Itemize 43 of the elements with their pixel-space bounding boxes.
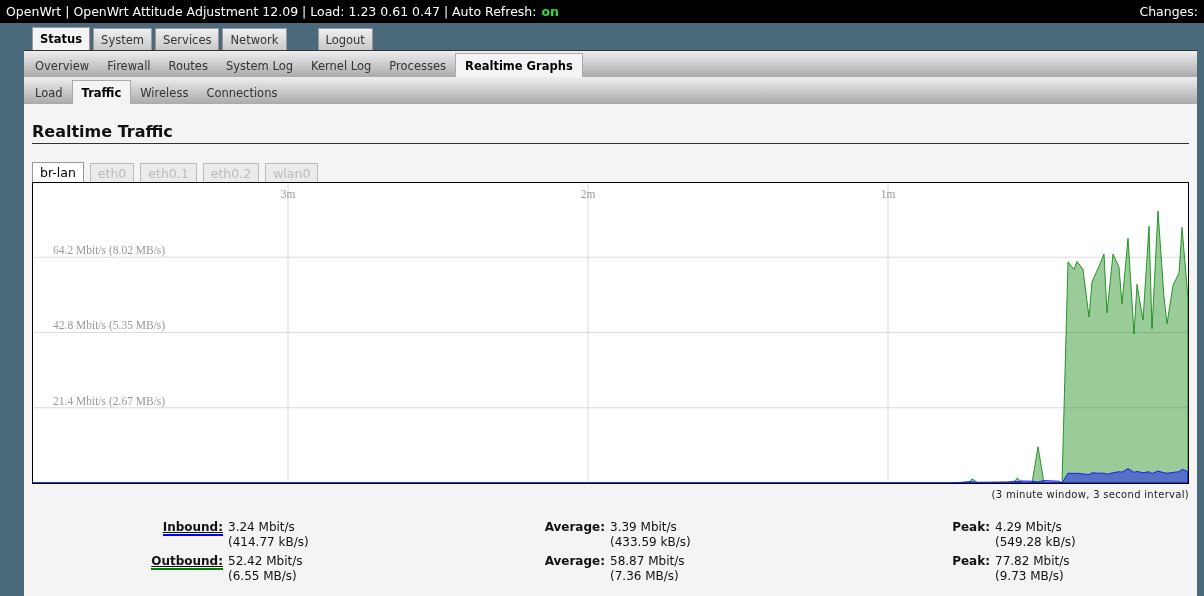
menu-tab[interactable]: Network xyxy=(222,28,287,50)
legend-label: Outbound: xyxy=(151,554,223,570)
x-axis-label: 1m xyxy=(880,188,896,200)
interval-note: (3 minute window, 3 second interval) xyxy=(991,489,1189,500)
graph-tab[interactable]: Load xyxy=(26,81,72,104)
graph-tab[interactable]: Wireless xyxy=(131,81,198,104)
byte-rate-label: (2.67 MB/s) xyxy=(108,394,166,407)
submenu-tab[interactable]: Kernel Log xyxy=(302,54,381,77)
average-label: Average: xyxy=(544,554,605,568)
menu-tab[interactable]: System xyxy=(93,28,152,50)
legend-label: Inbound: xyxy=(162,520,223,536)
status-text: OpenWrt | OpenWrt Attitude Adjustment 12.09 | Load: 1.23 0.61 0.47 | Auto Refresh: xyxy=(6,4,537,19)
auto-refresh-toggle[interactable]: on xyxy=(541,4,559,19)
submenu-tab[interactable]: Processes xyxy=(380,54,456,77)
y-axis-label: 42.8 Mbit/s xyxy=(53,319,107,332)
page-title: Realtime Traffic xyxy=(32,122,1189,144)
submenu-tab[interactable]: Routes xyxy=(159,54,217,77)
x-axis-label: 3m xyxy=(280,188,296,200)
peak-label: Peak: xyxy=(952,554,990,568)
current-rate: 3.24 Mbit/s (414.77 kB/s) xyxy=(228,520,310,550)
y-axis-label: 21.4 Mbit/s xyxy=(53,394,107,407)
submenu-tab[interactable]: Realtime Graphs xyxy=(455,53,583,77)
average-rate: 3.39 Mbit/s (433.59 kB/s) xyxy=(610,520,692,550)
graph-tab[interactable]: Connections xyxy=(197,81,287,104)
average-rate: 58.87 Mbit/s (7.36 MB/s) xyxy=(610,554,686,584)
menu-tab[interactable]: Services xyxy=(154,28,220,50)
peak-rate: 77.82 Mbit/s (9.73 MB/s) xyxy=(995,554,1071,584)
menu-tab[interactable]: Status xyxy=(32,27,91,50)
x-axis-label: 2m xyxy=(580,188,596,200)
submenu-tab[interactable]: Overview xyxy=(26,54,99,77)
submenu-tab[interactable]: System Log xyxy=(216,54,302,77)
peak-label: Peak: xyxy=(952,520,990,534)
changes-link[interactable]: Changes: xyxy=(1139,4,1198,19)
logout-tab[interactable]: Logout xyxy=(317,28,373,50)
interface-tab[interactable]: br-lan xyxy=(32,162,84,182)
average-label: Average: xyxy=(544,520,605,534)
peak-rate: 4.29 Mbit/s (549.28 kB/s) xyxy=(995,520,1077,550)
submenu-tab[interactable]: Firewall xyxy=(98,54,160,77)
current-rate: 52.42 Mbit/s (6.55 MB/s) xyxy=(228,554,304,584)
graph-tab[interactable]: Traffic xyxy=(71,80,132,104)
byte-rate-label: (5.35 MB/s) xyxy=(108,319,166,332)
byte-rate-label: (8.02 MB/s) xyxy=(108,244,166,257)
y-axis-label: 64.2 Mbit/s xyxy=(53,244,107,257)
